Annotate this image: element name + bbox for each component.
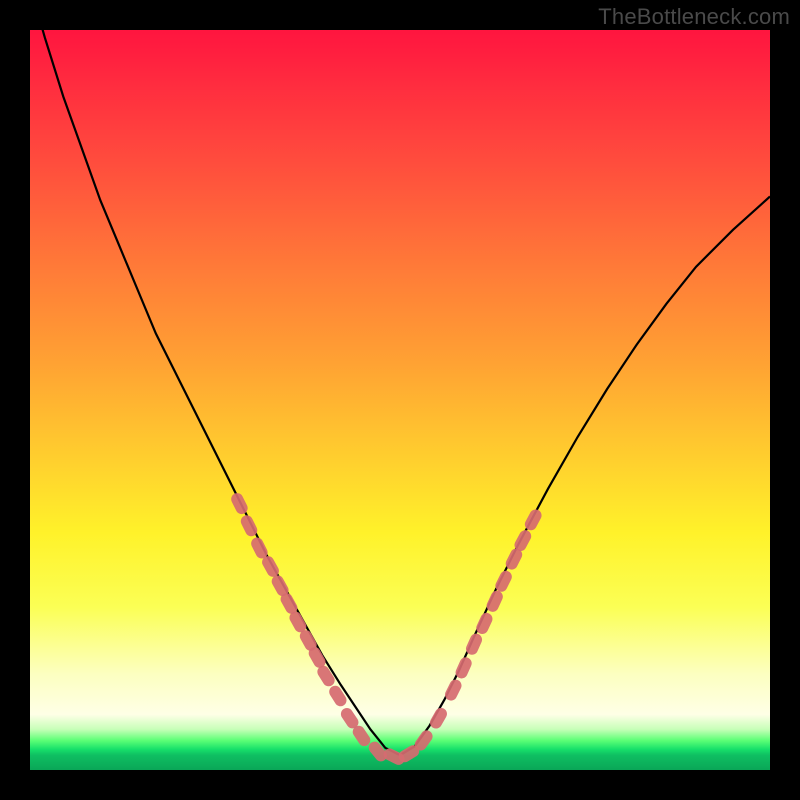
curve-marker bbox=[485, 589, 505, 614]
bottleneck-curve bbox=[30, 30, 770, 755]
curve-marker bbox=[229, 491, 250, 516]
curve-markers bbox=[229, 491, 544, 767]
plot-area bbox=[30, 30, 770, 770]
curve-marker bbox=[428, 706, 449, 731]
chart-frame: TheBottleneck.com bbox=[0, 0, 800, 800]
watermark-text: TheBottleneck.com bbox=[598, 4, 790, 30]
curve-marker bbox=[443, 678, 464, 703]
curve-group bbox=[30, 30, 770, 755]
chart-svg bbox=[30, 30, 770, 770]
curve-marker bbox=[327, 683, 349, 708]
